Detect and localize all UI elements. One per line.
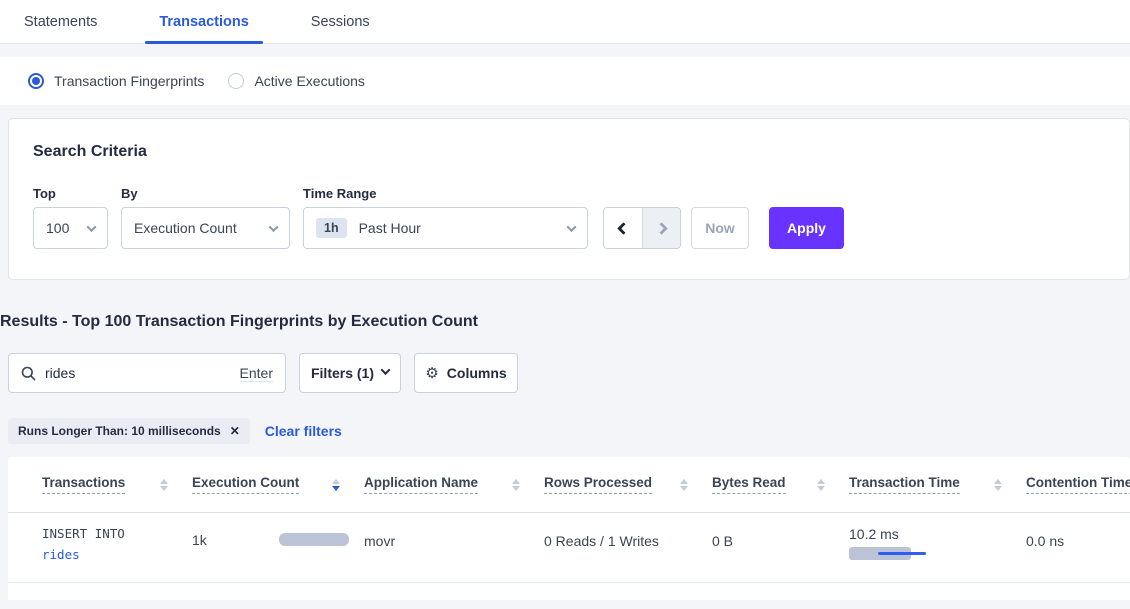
contention-time-cell: 0.0 ns bbox=[1026, 513, 1130, 582]
active-filters-row: Runs Longer Than: 10 milliseconds ✕ Clea… bbox=[8, 418, 1130, 444]
radio-unchecked-icon bbox=[228, 73, 244, 89]
radio-checked-icon bbox=[28, 73, 44, 89]
top-select[interactable]: 100 bbox=[33, 207, 108, 249]
top-select-value: 100 bbox=[46, 220, 69, 236]
filter-chip: Runs Longer Than: 10 milliseconds ✕ bbox=[8, 418, 250, 444]
radio-active-executions[interactable]: Active Executions bbox=[228, 73, 365, 89]
column-header-contention-time[interactable]: Contention Time bbox=[1026, 475, 1130, 494]
transaction-statement-cell: INSERT INTO rides bbox=[42, 513, 192, 582]
execution-count-cell: 1k bbox=[192, 513, 364, 582]
chevron-down-icon bbox=[87, 222, 97, 232]
sort-icon[interactable] bbox=[817, 479, 825, 491]
top-field: Top 100 bbox=[33, 186, 108, 249]
view-toggle: Transaction Fingerprints Active Executio… bbox=[0, 57, 1130, 105]
transaction-time-value: 10.2 ms bbox=[849, 526, 1026, 542]
bytes-read-cell: 0 B bbox=[712, 513, 849, 582]
chevron-down-icon bbox=[567, 222, 577, 232]
by-field: By Execution Count bbox=[108, 186, 290, 249]
transaction-fingerprint-link[interactable]: rides bbox=[42, 544, 192, 565]
by-label: By bbox=[121, 186, 290, 201]
columns-button[interactable]: ⚙ Columns bbox=[414, 353, 518, 393]
close-icon[interactable]: ✕ bbox=[230, 424, 240, 438]
time-range-select[interactable]: 1h Past Hour bbox=[303, 207, 588, 249]
chevron-down-icon bbox=[269, 222, 279, 232]
search-criteria-panel: Search Criteria Top 100 By Execution Cou… bbox=[8, 118, 1130, 280]
tab-transactions[interactable]: Transactions bbox=[145, 0, 262, 43]
column-header-rows-processed[interactable]: Rows Processed bbox=[544, 475, 712, 494]
search-criteria-title: Search Criteria bbox=[33, 143, 1129, 161]
top-label: Top bbox=[33, 186, 108, 201]
sort-desc-icon[interactable] bbox=[332, 479, 340, 491]
transactions-page: Statements Transactions Sessions Transac… bbox=[0, 0, 1130, 600]
results-heading: Results - Top 100 Transaction Fingerprin… bbox=[0, 313, 1130, 331]
application-name-cell: movr bbox=[364, 513, 544, 582]
sort-icon[interactable] bbox=[994, 479, 1002, 491]
search-submit[interactable]: Enter bbox=[240, 365, 273, 382]
column-header-application-name[interactable]: Application Name bbox=[364, 475, 544, 494]
time-range-label: Time Range bbox=[303, 186, 588, 201]
next-time-range-button[interactable] bbox=[642, 208, 680, 248]
search-criteria-form: Top 100 By Execution Count Time Range 1h… bbox=[33, 186, 1129, 249]
column-header-bytes-read[interactable]: Bytes Read bbox=[712, 475, 849, 494]
chevron-down-icon bbox=[381, 365, 391, 375]
radio-label: Transaction Fingerprints bbox=[54, 73, 204, 89]
tab-sessions[interactable]: Sessions bbox=[297, 0, 384, 43]
transactions-table: Transactions Execution Count Application… bbox=[8, 457, 1130, 600]
previous-time-range-button[interactable] bbox=[604, 208, 642, 248]
search-input[interactable] bbox=[45, 365, 240, 381]
columns-button-label: Columns bbox=[447, 365, 507, 381]
time-range-pager bbox=[603, 207, 681, 249]
transaction-time-bar bbox=[849, 547, 929, 561]
column-header-transactions[interactable]: Transactions bbox=[42, 475, 192, 494]
filters-button-label: Filters (1) bbox=[311, 365, 374, 381]
clear-filters-link[interactable]: Clear filters bbox=[265, 423, 342, 439]
search-icon bbox=[21, 366, 36, 381]
apply-button[interactable]: Apply bbox=[769, 207, 844, 249]
radio-label: Active Executions bbox=[254, 73, 365, 89]
column-header-execution-count[interactable]: Execution Count bbox=[192, 475, 364, 494]
time-range-value: Past Hour bbox=[359, 220, 421, 236]
by-select-value: Execution Count bbox=[134, 220, 237, 236]
tab-bar: Statements Transactions Sessions bbox=[0, 0, 1130, 44]
radio-transaction-fingerprints[interactable]: Transaction Fingerprints bbox=[28, 73, 204, 89]
transaction-time-cell: 10.2 ms bbox=[849, 513, 1026, 582]
by-select[interactable]: Execution Count bbox=[121, 207, 290, 249]
chevron-right-icon bbox=[655, 222, 668, 235]
transaction-time-bar-stddev bbox=[878, 552, 926, 555]
time-range-field: Time Range 1h Past Hour bbox=[290, 186, 588, 249]
sort-icon[interactable] bbox=[680, 479, 688, 491]
filter-chip-label: Runs Longer Than: 10 milliseconds bbox=[18, 424, 221, 438]
sort-icon[interactable] bbox=[160, 479, 168, 491]
sort-icon[interactable] bbox=[512, 479, 520, 491]
filters-button[interactable]: Filters (1) bbox=[299, 353, 401, 393]
column-header-transaction-time[interactable]: Transaction Time bbox=[849, 475, 1026, 494]
table-header-row: Transactions Execution Count Application… bbox=[8, 457, 1130, 513]
gear-icon: ⚙ bbox=[425, 366, 438, 381]
chevron-left-icon bbox=[617, 222, 630, 235]
now-button[interactable]: Now bbox=[691, 207, 749, 249]
execution-count-bar bbox=[279, 533, 349, 546]
statement-text: INSERT INTO bbox=[42, 523, 192, 544]
search-input-wrapper: Enter bbox=[8, 353, 286, 393]
time-range-badge: 1h bbox=[316, 218, 347, 238]
rows-processed-cell: 0 Reads / 1 Writes bbox=[544, 513, 712, 582]
tab-statements[interactable]: Statements bbox=[10, 0, 111, 43]
execution-count-value: 1k bbox=[192, 532, 207, 548]
table-row: INSERT INTO rides 1k movr 0 Reads / 1 Wr… bbox=[8, 513, 1130, 583]
results-controls: Enter Filters (1) ⚙ Columns bbox=[8, 353, 1130, 393]
